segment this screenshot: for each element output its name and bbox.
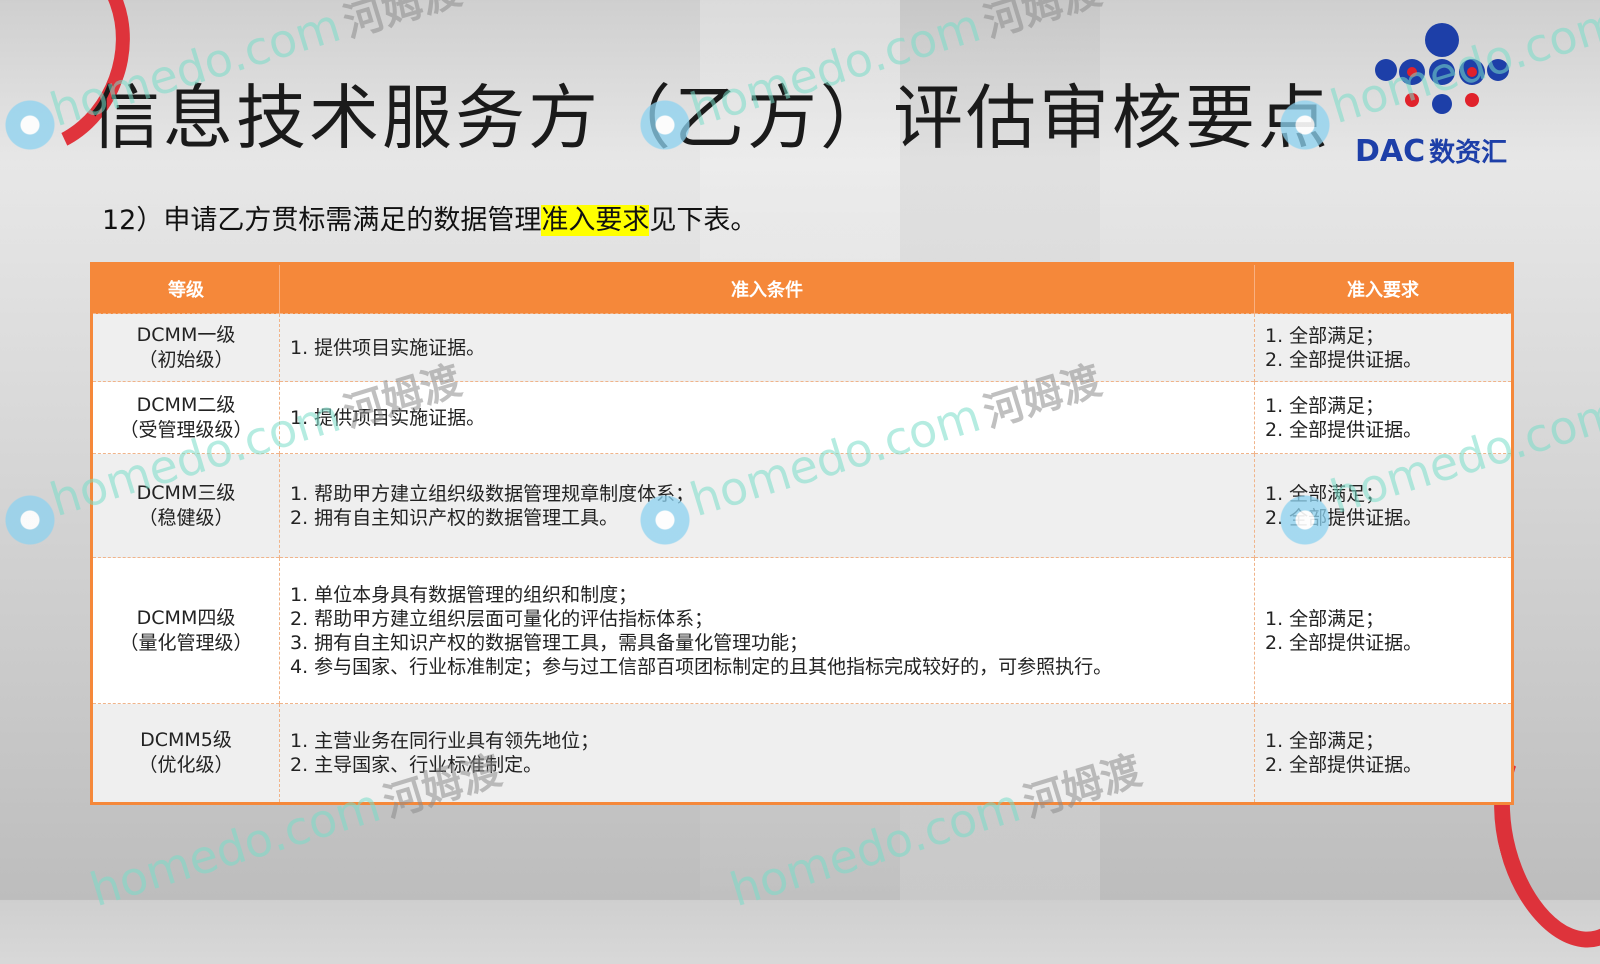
requirement-item: 2. 全部提供证据。	[1265, 631, 1423, 654]
requirement-item: 2. 全部提供证据。	[1265, 418, 1423, 441]
subtitle-text: 12）申请乙方贯标需满足的数据管理	[102, 205, 542, 236]
level-cell: DCMM四级 （量化管理级）	[91, 557, 280, 704]
slide-title: 信息技术服务方（乙方）评估审核要点	[90, 77, 1331, 159]
conditions-cell: 1. 提供项目实施证据。	[279, 381, 1255, 454]
condition-item: 2. 主导国家、行业标准制定。	[290, 754, 543, 776]
subtitle-text-end: 见下表。	[649, 205, 758, 236]
requirement-item: 2. 全部提供证据。	[1265, 754, 1423, 776]
condition-item: 1. 提供项目实施证据。	[290, 406, 486, 429]
header-requirements: 准入要求	[1254, 263, 1513, 314]
table-row: DCMM三级 （稳健级） 1. 帮助甲方建立组织级数据管理规章制度体系； 2. 拥有…	[91, 453, 1513, 558]
admission-requirements-table: 等级 准入条件 准入要求 DCMM一级 （初始级） 1. 提供项目实施证据。 1.…	[90, 262, 1514, 805]
requirement-item: 2. 全部提供证据。	[1265, 348, 1423, 371]
condition-item: 1. 主营业务在同行业具有领先地位；	[290, 730, 600, 752]
level-cell: DCMM一级 （初始级）	[91, 313, 280, 382]
requirement-item: 2. 全部提供证据。	[1265, 506, 1423, 529]
requirements-cell: 1. 全部满足； 2. 全部提供证据。	[1254, 313, 1513, 382]
requirement-item: 1. 全部满足；	[1265, 607, 1385, 630]
table-row: DCMM5级 （优化级） 1. 主营业务在同行业具有领先地位； 2. 主导国家、行业…	[91, 703, 1513, 804]
level-cell: DCMM三级 （稳健级）	[91, 453, 280, 558]
requirement-item: 1. 全部满足；	[1265, 324, 1385, 347]
table-row: DCMM四级 （量化管理级） 1. 单位本身具有数据管理的组织和制度； 2. 帮助甲…	[91, 557, 1513, 704]
condition-item: 4. 参与国家、行业标准制定；参与过工信部百项团标制定的且其他指标完成较好的，可…	[290, 655, 1113, 678]
level-cell: DCMM5级 （优化级）	[91, 703, 280, 804]
table-header-row: 等级 准入条件 准入要求	[91, 263, 1513, 314]
table-row: DCMM一级 （初始级） 1. 提供项目实施证据。 1. 全部满足； 2. 全部提供…	[91, 313, 1513, 382]
logo-wordmark: DAC 数资汇	[1355, 134, 1508, 169]
requirements-cell: 1. 全部满足； 2. 全部提供证据。	[1254, 381, 1513, 454]
conditions-cell: 1. 主营业务在同行业具有领先地位； 2. 主导国家、行业标准制定。	[279, 703, 1255, 804]
requirements-cell: 1. 全部满足； 2. 全部提供证据。	[1254, 453, 1513, 558]
requirement-item: 1. 全部满足；	[1265, 482, 1385, 505]
conditions-cell: 1. 提供项目实施证据。	[279, 313, 1255, 382]
condition-item: 1. 提供项目实施证据。	[290, 336, 486, 359]
requirements-cell: 1. 全部满足； 2. 全部提供证据。	[1254, 557, 1513, 704]
requirement-item: 1. 全部满足；	[1265, 730, 1385, 752]
condition-item: 3. 拥有自主知识产权的数据管理工具，需具备量化管理功能；	[290, 631, 809, 654]
level-cell: DCMM二级 （受管理级级）	[91, 381, 280, 454]
table-row: DCMM二级 （受管理级级） 1. 提供项目实施证据。 1. 全部满足； 2. 全部…	[91, 381, 1513, 454]
conditions-cell: 1. 帮助甲方建立组织级数据管理规章制度体系； 2. 拥有自主知识产权的数据管理工…	[279, 453, 1255, 558]
header-conditions: 准入条件	[279, 263, 1255, 314]
condition-item: 1. 帮助甲方建立组织级数据管理规章制度体系；	[290, 482, 695, 505]
highlighted-text: 准入要求	[541, 205, 650, 236]
logo-dots-icon	[1375, 23, 1509, 114]
requirements-cell: 1. 全部满足； 2. 全部提供证据。	[1254, 703, 1513, 804]
condition-item: 1. 单位本身具有数据管理的组织和制度；	[290, 583, 638, 606]
requirement-item: 1. 全部满足；	[1265, 394, 1385, 417]
watermark-flower-icon	[0, 490, 60, 550]
condition-item: 2. 帮助甲方建立组织层面可量化的评估指标体系；	[290, 607, 714, 630]
condition-item: 2. 拥有自主知识产权的数据管理工具。	[290, 506, 619, 529]
conditions-cell: 1. 单位本身具有数据管理的组织和制度； 2. 帮助甲方建立组织层面可量化的评估指…	[279, 557, 1255, 704]
slide-subtitle: 12）申请乙方贯标需满足的数据管理准入要求见下表。	[102, 198, 757, 237]
dac-logo: DAC 数资汇	[1355, 22, 1560, 172]
header-level: 等级	[91, 263, 280, 314]
